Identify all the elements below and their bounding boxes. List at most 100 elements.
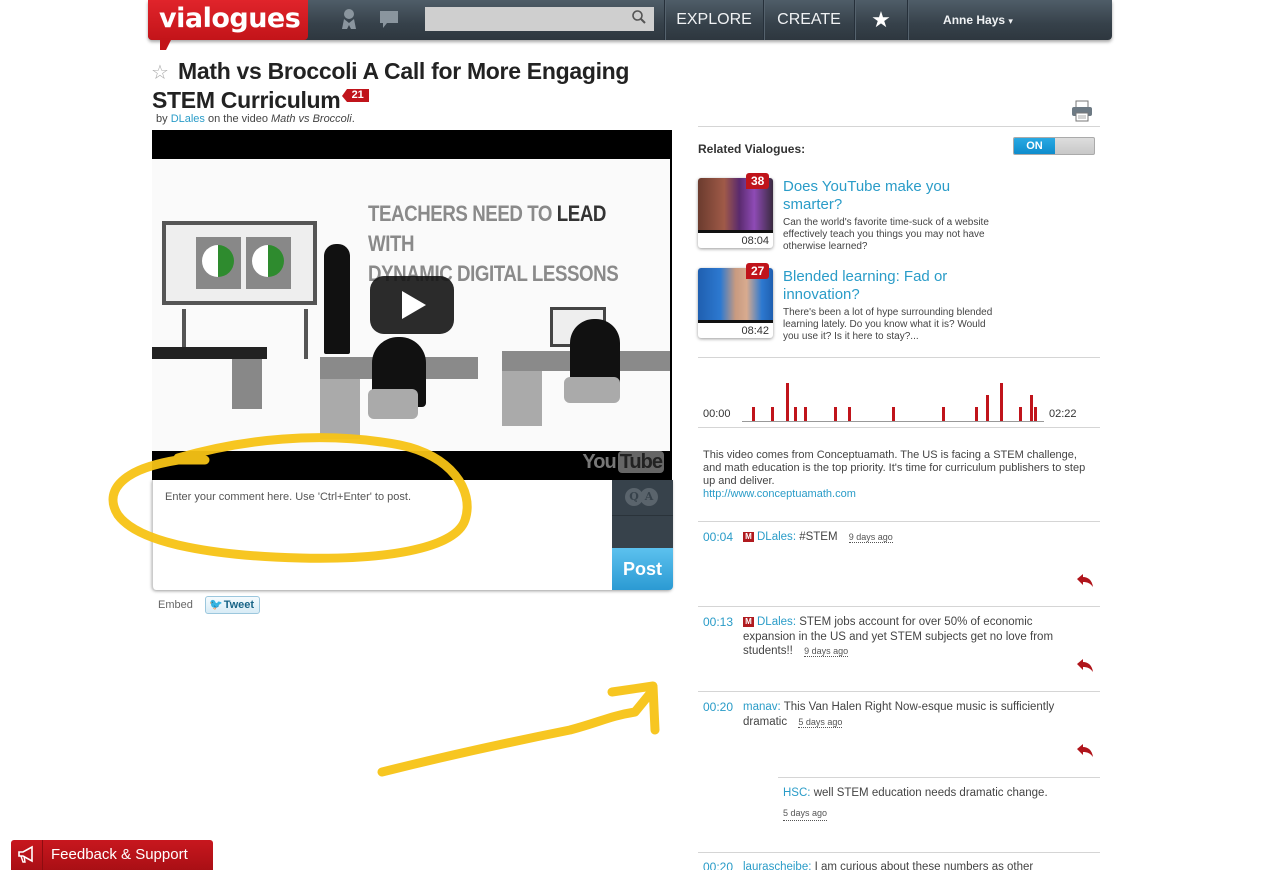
comment-timeline[interactable]: 00:00 02:22	[698, 370, 1100, 428]
feedback-label: Feedback & Support	[51, 846, 188, 863]
search-input[interactable]	[425, 7, 654, 31]
description-link[interactable]: http://www.conceptuamath.com	[703, 488, 856, 500]
post-button[interactable]: Post	[612, 548, 673, 590]
nav-create[interactable]: CREATE	[764, 0, 854, 40]
comment-timestamp[interactable]: 00:13	[703, 615, 733, 629]
video-player[interactable]: TEACHERS NEED TO LEAD WITH DYNAMIC DIGIT…	[152, 130, 672, 480]
related-toggle[interactable]: ON	[1013, 137, 1095, 155]
comment-composer: QA Post	[152, 480, 673, 590]
comment-author[interactable]: manav:	[743, 701, 781, 713]
reply-icon[interactable]	[1076, 574, 1094, 588]
timeline-mark[interactable]	[942, 407, 946, 421]
desk	[232, 359, 262, 409]
comment-input[interactable]	[153, 480, 611, 588]
timeline-mark[interactable]	[848, 407, 852, 421]
play-button[interactable]	[370, 276, 454, 334]
megaphone-icon	[11, 840, 43, 870]
timeline-mark[interactable]	[892, 407, 895, 421]
nav-explore[interactable]: EXPLORE	[665, 0, 763, 40]
timeline-mark[interactable]	[833, 407, 837, 421]
related-title[interactable]: Does YouTube make you smarter?	[783, 178, 993, 214]
related-title[interactable]: Blended learning: Fad or innovation?	[783, 268, 993, 304]
chevron-down-icon: ▾	[1008, 16, 1013, 26]
related-duration: 08:04	[741, 235, 769, 247]
chair	[368, 389, 418, 419]
title-text: Math vs Broccoli A Call for More Engagin…	[152, 58, 630, 113]
author-link[interactable]: DLales	[171, 113, 205, 125]
tweet-button[interactable]: 🐦Tweet	[205, 596, 260, 614]
favorites-star-icon[interactable]: ★	[855, 0, 907, 40]
comment-timestamp[interactable]: 00:20	[703, 860, 733, 870]
comment-author[interactable]: DLales:	[757, 531, 796, 543]
byline-suffix: .	[351, 113, 355, 125]
timeline-mark[interactable]	[785, 383, 789, 421]
person-icon[interactable]	[338, 8, 360, 30]
video-title: Math vs Broccoli	[271, 113, 352, 125]
timeline-mark[interactable]	[752, 407, 756, 421]
twitter-bird-icon: 🐦	[209, 599, 223, 611]
timeline-mark[interactable]	[804, 407, 808, 421]
timeline-mark[interactable]	[794, 407, 798, 421]
timeline-mark[interactable]	[1033, 407, 1037, 421]
related-item[interactable]: 08:42 27 Blended learning: Fad or innova…	[698, 263, 1098, 348]
tweet-label: Tweet	[223, 599, 255, 611]
byline-video-prefix: on the video	[208, 113, 268, 125]
comment-text: I am curious about these numbers as othe…	[814, 861, 1034, 870]
reply-icon[interactable]	[1076, 659, 1094, 673]
feedback-support-button[interactable]: Feedback & Support	[11, 840, 213, 870]
timeline-mark[interactable]	[985, 395, 989, 421]
comment-body: M DLales: #STEM 9 days ago	[743, 530, 1063, 545]
timeline-mark[interactable]	[1019, 407, 1023, 421]
logo-text: vialogues	[159, 3, 301, 34]
comment-body: M DLales: STEM jobs account for over 50% …	[743, 615, 1063, 659]
timeline-mark[interactable]	[1000, 383, 1004, 421]
thumbnail-bar	[698, 320, 773, 323]
divider	[698, 357, 1100, 358]
whiteboard-illustration	[162, 221, 317, 305]
comment-age: 9 days ago	[804, 646, 849, 657]
comment-body: laurascheibe: I am curious about these n…	[743, 860, 1063, 870]
comment-author[interactable]: DLales:	[757, 616, 796, 628]
reply-author[interactable]: HSC:	[783, 787, 810, 799]
chat-icon[interactable]	[378, 8, 400, 30]
reply-item: HSC: well STEM education needs dramatic …	[778, 786, 1100, 821]
thumbnail-bar	[698, 230, 773, 233]
related-item[interactable]: 08:04 38 Does YouTube make you smarter? …	[698, 173, 1098, 258]
qa-toggle-button[interactable]: QA	[612, 480, 673, 516]
vialogues-logo[interactable]: vialogues	[148, 0, 308, 40]
logo-speech-tail	[160, 38, 172, 50]
reply-icon[interactable]	[1076, 744, 1094, 758]
comment-timestamp[interactable]: 00:04	[703, 530, 733, 544]
youtube-logo[interactable]: You Tube	[580, 451, 664, 474]
comment-timestamp[interactable]: 00:20	[703, 700, 733, 714]
video-description: This video comes from Conceptuamath. The…	[703, 449, 1093, 501]
timeline-start: 00:00	[703, 408, 731, 420]
byline-prefix: by	[156, 113, 168, 125]
user-name: Anne Hays	[943, 13, 1006, 27]
composer-side-panel	[612, 516, 673, 548]
comment-count-badge: 21	[341, 89, 369, 102]
timeline-mark[interactable]	[771, 407, 775, 421]
print-icon[interactable]	[1071, 100, 1093, 122]
timeline-mark[interactable]	[975, 407, 979, 421]
teacher-silhouette	[324, 244, 350, 354]
moderator-badge: M	[743, 617, 754, 627]
search-icon[interactable]	[628, 9, 650, 29]
comment-body: manav: This Van Halen Right Now-esque mu…	[743, 700, 1063, 729]
reply-text: well STEM education needs dramatic chang…	[813, 787, 1048, 799]
related-description: Can the world's favorite time-suck of a …	[783, 217, 989, 252]
related-comment-count: 38	[746, 173, 770, 189]
desk	[320, 379, 360, 439]
qa-icon: QA	[625, 488, 661, 508]
page-title: Math vs Broccoli A Call for More Engagin…	[152, 57, 632, 115]
user-menu[interactable]: Anne Hays ▾	[908, 0, 1048, 40]
divider	[698, 521, 1100, 522]
divider	[698, 852, 1100, 853]
divider	[698, 691, 1100, 692]
top-nav-bar: vialogues EXPLORE CREATE ★ Anne Hays ▾	[148, 0, 1112, 50]
moderator-badge: M	[743, 532, 754, 542]
comment-author[interactable]: laurascheibe:	[743, 861, 811, 870]
embed-link[interactable]: Embed	[158, 599, 193, 611]
desk	[152, 347, 267, 359]
timeline-mark[interactable]	[1029, 395, 1033, 421]
